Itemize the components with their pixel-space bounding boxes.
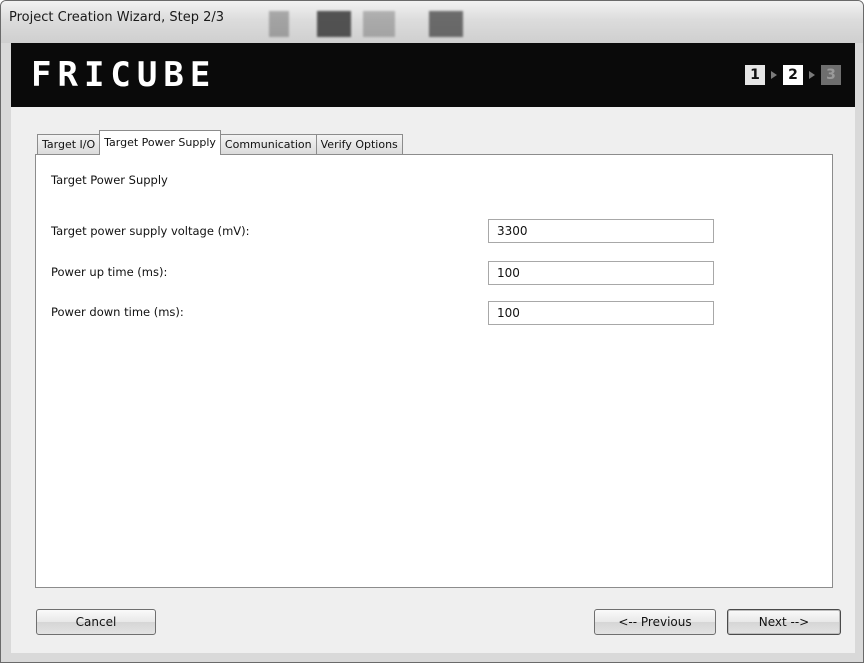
panel-heading: Target Power Supply — [51, 173, 168, 187]
tab-communication[interactable]: Communication — [219, 134, 317, 155]
wizard-window: Project Creation Wizard, Step 2/3 FRICUB… — [0, 0, 864, 663]
tab-target-power-supply[interactable]: Target Power Supply — [99, 130, 221, 155]
titlebar-blur-decoration — [269, 11, 289, 37]
voltage-label: Target power supply voltage (mV): — [51, 224, 250, 238]
tab-strip: Target I/O Target Power Supply Communica… — [37, 129, 403, 155]
step-3-badge: 3 — [821, 65, 841, 85]
titlebar-blur-decoration — [317, 11, 351, 37]
title-bar[interactable]: Project Creation Wizard, Step 2/3 — [1, 1, 863, 43]
titlebar-blur-decoration — [363, 11, 395, 37]
power-down-time-label: Power down time (ms): — [51, 305, 184, 319]
window-title: Project Creation Wizard, Step 2/3 — [9, 10, 225, 25]
titlebar-blur-decoration — [429, 11, 463, 37]
wizard-step-indicator: 1 2 3 — [745, 65, 841, 85]
wizard-content: Target I/O Target Power Supply Communica… — [11, 107, 855, 653]
step-2-badge: 2 — [783, 65, 803, 85]
tab-verify-options[interactable]: Verify Options — [315, 134, 403, 155]
brand-banner: FRICUBE 1 2 3 — [11, 43, 855, 107]
step-arrow-icon — [771, 71, 777, 79]
step-arrow-icon — [809, 71, 815, 79]
tab-target-io[interactable]: Target I/O — [37, 134, 101, 155]
power-up-time-label: Power up time (ms): — [51, 265, 168, 279]
cancel-button[interactable]: Cancel — [36, 609, 156, 635]
fricube-logo: FRICUBE — [31, 55, 217, 95]
tab-panel-target-power-supply: Target Power Supply Target power supply … — [35, 154, 833, 588]
power-down-time-input[interactable] — [488, 301, 714, 325]
step-1-badge: 1 — [745, 65, 765, 85]
previous-button[interactable]: <-- Previous — [594, 609, 716, 635]
next-button[interactable]: Next --> — [727, 609, 841, 635]
power-up-time-input[interactable] — [488, 261, 714, 285]
voltage-input[interactable] — [488, 219, 714, 243]
